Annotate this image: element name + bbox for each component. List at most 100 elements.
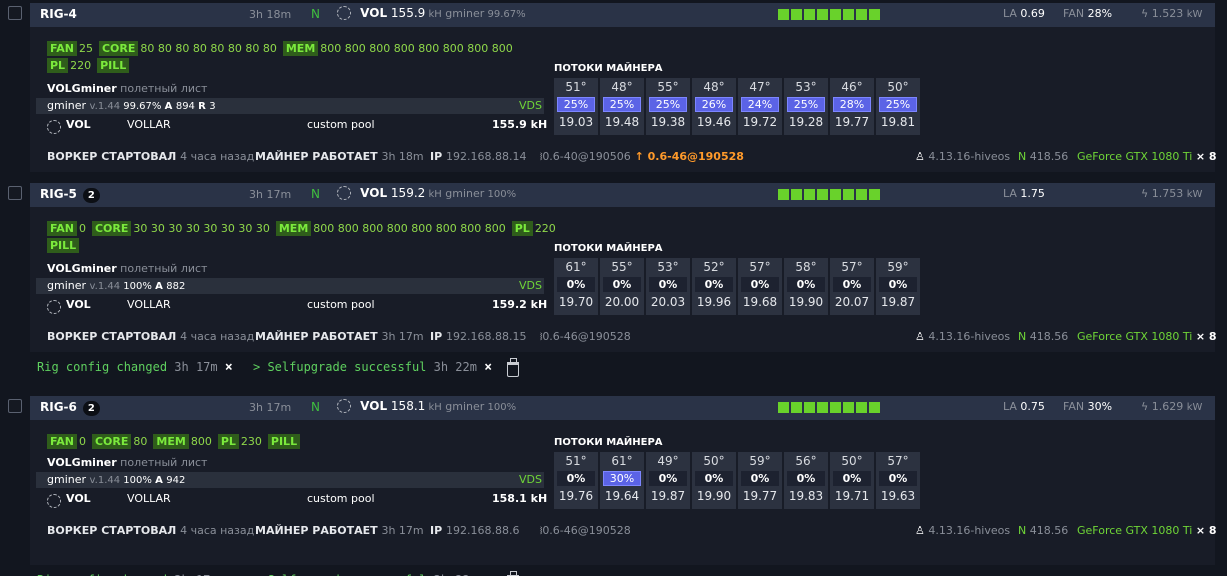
gpu-status-indicator [869,9,880,20]
gpu-hashrate: 19.76 [558,489,594,503]
flightsheet-name[interactable]: VOLGminer [47,262,117,275]
flightsheet[interactable]: VOLGminer полетный лист [47,262,207,275]
gpu-thread-cell[interactable]: 59° 0% 19.77 [738,452,782,509]
gpu-thread-cell[interactable]: 50° 25% 19.81 [876,78,920,135]
gpu-multiplier: × 8 [1195,150,1217,163]
rig-name[interactable]: RIG-6 [40,400,77,414]
gpu-thread-cell[interactable]: 61° 0% 19.70 [554,258,598,315]
rig-title[interactable]: RIG-4 [40,7,77,21]
miner-running: МАЙНЕР РАБОТАЕТ 3h 17m [255,330,424,343]
dismiss-event-icon[interactable]: × [225,360,233,375]
gpu-thread-cell[interactable]: 48° 26% 19.46 [692,78,736,135]
gpu-thread-cell[interactable]: 51° 25% 19.03 [554,78,598,135]
worker-started-label: ВОРКЕР СТАРТОВАЛ [47,330,181,343]
gpu-thread-cell[interactable]: 56° 0% 19.83 [784,452,828,509]
flightsheet-name[interactable]: VOLGminer [47,82,117,95]
pool-coin: VOL [66,492,91,505]
gpu-status-indicator [817,189,828,200]
event-time: 3h 17m [174,360,225,374]
miner-running-value: 3h 17m [381,330,424,343]
rig-title[interactable]: RIG-5 2 [40,187,100,203]
gpu-thread-cell[interactable]: 57° 0% 20.07 [830,258,874,315]
dismiss-event-icon[interactable]: × [484,360,492,375]
gpu-hashrate: 19.63 [880,489,916,503]
notification-badge[interactable]: 2 [82,401,100,416]
gpu-thread-cell[interactable]: 46° 28% 19.77 [830,78,874,135]
event-config-changed[interactable]: Rig config changed 3h 17m × [37,360,233,375]
version-info[interactable]: ⧘ 0.6-46@190528 [540,524,631,538]
pool-algo: VOLLAR [127,492,171,505]
pool-algo: VOLLAR [127,118,171,131]
gpu-thread-cell[interactable]: 48° 25% 19.48 [600,78,644,135]
rig-hashrate-summary: VOL 159.2 kH gminer 100% [337,186,516,200]
rig-select-checkbox[interactable] [8,399,22,413]
oc-core-value: 30 30 30 30 30 30 30 30 [133,222,270,235]
hashrate-unit: kH [425,189,442,200]
rig-title[interactable]: RIG-6 2 [40,400,100,416]
rig-name[interactable]: RIG-4 [40,7,77,21]
gpu-fan: 30% [603,471,641,486]
flightsheet[interactable]: VOLGminer полетный лист [47,456,207,469]
version-info[interactable]: ⧘ 0.6-40@190506 ↑ 0.6-46@190528 [540,150,744,164]
oc-mem-value: 800 800 800 800 800 800 800 800 [313,222,506,235]
miner-running-value: 3h 18m [381,150,424,163]
gpu-thread-cell[interactable]: 58° 0% 19.90 [784,258,828,315]
gpu-temp: 55° [611,260,633,274]
gpu-temp: 57° [841,260,863,274]
version-info[interactable]: ⧘ 0.6-46@190528 [540,330,631,344]
rig-header[interactable]: RIG-6 2 3h 17m N VOL 158.1 kH gminer 100% LA… [30,396,1215,420]
gpu-thread-cell[interactable]: 50° 0% 19.90 [692,452,736,509]
rig-body: FAN 0 CORE 30 30 30 30 30 30 30 30 MEM 800 80… [30,207,1217,352]
gpu-hashrate: 19.68 [742,295,778,309]
gpu-temp: 50° [887,80,909,94]
rig-name[interactable]: RIG-5 [40,187,77,201]
overclock-tags: FAN 0 CORE 30 30 30 30 30 30 30 30 MEM 800 80… [47,221,562,236]
gpu-fan: 0% [557,471,595,486]
gpu-thread-cell[interactable]: 57° 0% 19.63 [876,452,920,509]
gpu-fan: 0% [879,471,917,486]
event-text: > Selfupgrade successful [253,360,434,374]
gpu-thread-cell[interactable]: 53° 0% 20.03 [646,258,690,315]
oc-pill-tag: PILL [267,434,301,449]
update-available[interactable]: ↑ 0.6-46@190528 [631,150,744,163]
gpu-thread-cell[interactable]: 55° 25% 19.38 [646,78,690,135]
rig-select-checkbox[interactable] [8,6,22,20]
algo-vds: VDS [519,279,542,292]
flightsheet-name[interactable]: VOLGminer [47,456,117,469]
gpu-thread-cell[interactable]: 53° 25% 19.28 [784,78,828,135]
gpu-thread-cell[interactable]: 52° 0% 19.96 [692,258,736,315]
rig-select-checkbox[interactable] [8,186,22,200]
rig-header[interactable]: RIG-5 2 3h 17m N VOL 159.2 kH gminer 100% LA… [30,183,1215,207]
gpu-thread-cell[interactable]: 61° 30% 19.64 [600,452,644,509]
load-average: LA 1.75 [1003,187,1045,200]
gpu-multiplier: × 8 [1195,524,1217,537]
oc-fan-tag: FAN [47,434,77,449]
coin-name: VOL [356,6,388,20]
gpu-model-name: GeForce GTX 1080 Ti [1077,330,1196,343]
flightsheet[interactable]: VOLGminer полетный лист [47,82,207,95]
gpu-thread-cell[interactable]: 47° 24% 19.72 [738,78,782,135]
gpu-thread-cell[interactable]: 59° 0% 19.87 [876,258,920,315]
gpu-status-bars [778,189,880,200]
oc-core-tag: CORE [91,434,132,449]
accepted-pct: 99.67% [123,101,165,112]
gpu-thread-cell[interactable]: 49° 0% 19.87 [646,452,690,509]
gpu-hashrate: 19.87 [650,489,686,503]
gpu-thread-cell[interactable]: 50° 0% 19.71 [830,452,874,509]
hashrate-value: 155.9 [387,6,426,20]
gpu-hashrate: 20.07 [834,295,870,309]
gpu-hashrate: 20.00 [604,295,640,309]
gpu-hashrate: 19.71 [834,489,870,503]
fan-summary: FAN 28% [1063,7,1112,20]
gpu-thread-cell[interactable]: 55° 0% 20.00 [600,258,644,315]
notification-badge[interactable]: 2 [82,188,100,203]
event-selfupgrade[interactable]: > Selfupgrade successful 3h 22m × [253,360,492,375]
gpu-thread-cell[interactable]: 51° 0% 19.76 [554,452,598,509]
gpu-thread-cell[interactable]: 57° 0% 19.68 [738,258,782,315]
trash-icon[interactable] [507,358,519,377]
gpu-temp: 48° [611,80,633,94]
gpu-hashrate: 19.28 [788,115,824,129]
rig-header[interactable]: RIG-4 3h 18m N VOL 155.9 kH gminer 99.67% L… [30,3,1215,27]
gpu-temp: 50° [703,454,725,468]
gpu-status-indicator [856,189,867,200]
